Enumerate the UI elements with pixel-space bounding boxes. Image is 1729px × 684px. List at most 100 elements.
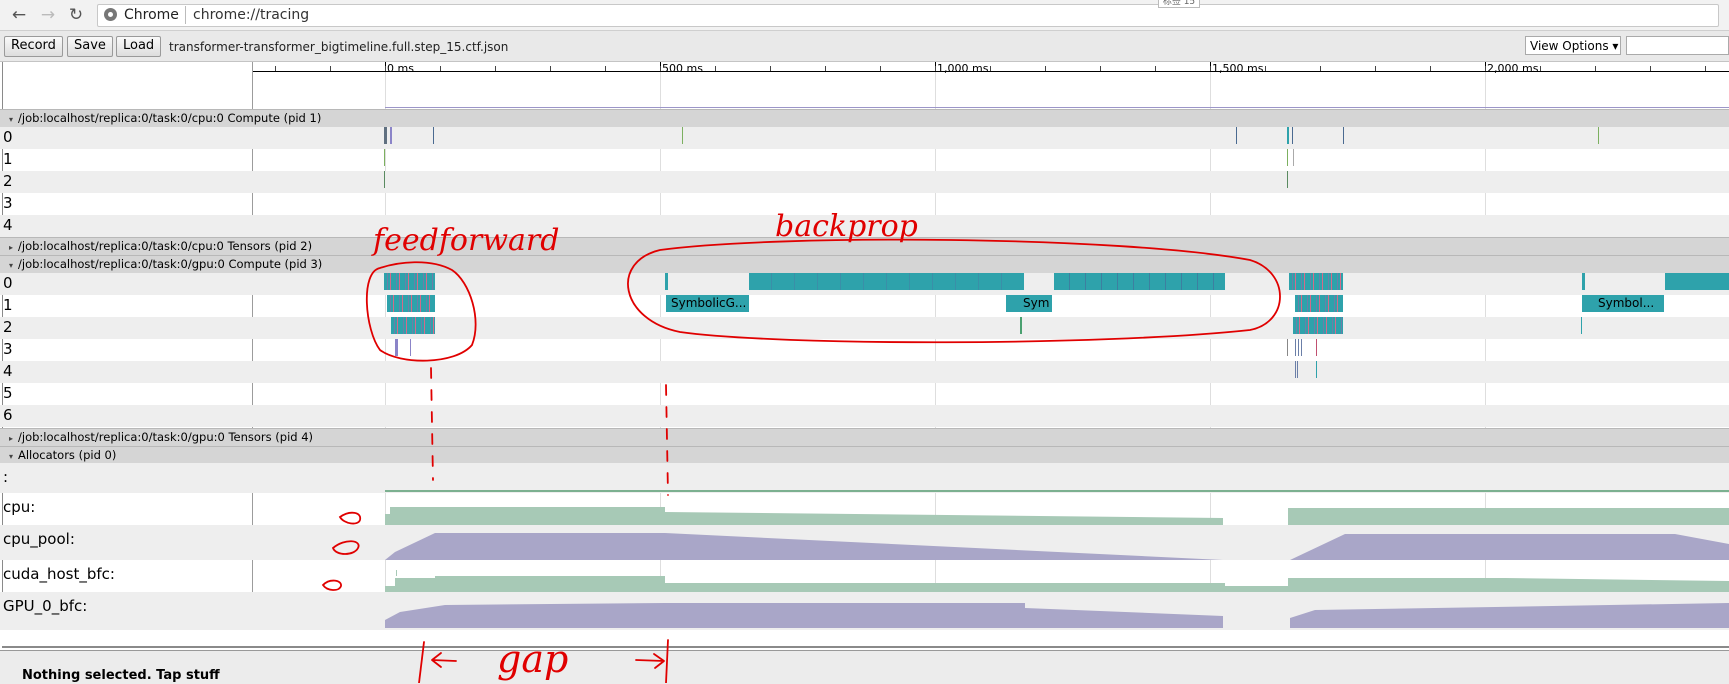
thread-label: 3 (3, 340, 13, 358)
site-name: Chrome (124, 7, 179, 23)
process-header[interactable]: ▾/job:localhost/replica:0/task:0/gpu:0 C… (0, 255, 1729, 274)
save-button[interactable]: Save (67, 36, 113, 57)
gpu-op-slice[interactable] (1665, 273, 1729, 290)
gpu-bfc-counter-area[interactable] (385, 600, 1729, 628)
cpu-op-mark[interactable] (384, 127, 387, 144)
thread-label: 2 (3, 172, 13, 190)
thread-label: 4 (3, 362, 13, 380)
ruler-minor-tick (935, 66, 936, 71)
process-header[interactable]: ▸/job:localhost/replica:0/task:0/cpu:0 T… (0, 237, 1729, 256)
ruler-minor-tick (1045, 66, 1046, 71)
scroll-bar[interactable] (2, 646, 1729, 648)
gpu-op-slice-dense[interactable] (391, 317, 435, 334)
gpu-op-mark[interactable] (1582, 273, 1585, 290)
cpu-op-mark[interactable] (1343, 127, 1344, 144)
cpu-op-mark[interactable] (1293, 149, 1294, 166)
process-header[interactable]: ▾/job:localhost/replica:0/task:0/cpu:0 C… (0, 109, 1729, 128)
reload-icon[interactable]: ↻ (66, 5, 86, 25)
ruler-minor-tick (1485, 66, 1486, 71)
process-title: /job:localhost/replica:0/task:0/gpu:0 Te… (18, 430, 314, 444)
ruler-minor-tick (1265, 66, 1266, 71)
process-title: /job:localhost/replica:0/task:0/cpu:0 Te… (18, 239, 313, 253)
gpu-op-slice-dense[interactable] (1293, 317, 1343, 334)
collapse-triangle-icon[interactable]: ▾ (0, 257, 18, 274)
load-button[interactable]: Load (116, 36, 162, 57)
cpu-op-mark[interactable] (1287, 171, 1288, 188)
cpu-pool-counter-area[interactable] (385, 530, 1729, 560)
cpu-op-mark[interactable] (384, 171, 385, 188)
process-header[interactable]: ▸/job:localhost/replica:0/task:0/gpu:0 T… (0, 428, 1729, 447)
collapse-triangle-icon[interactable]: ▾ (0, 111, 18, 128)
gpu-op-mark[interactable] (665, 273, 668, 290)
cpu-op-mark[interactable] (1292, 127, 1293, 144)
thread-label: 0 (3, 128, 13, 146)
forward-arrow-icon[interactable]: → (38, 5, 58, 25)
ruler-minor-tick (715, 66, 716, 71)
ruler-minor-tick (1155, 66, 1156, 71)
process-title: /job:localhost/replica:0/task:0/cpu:0 Co… (18, 111, 322, 125)
thread-row (0, 317, 1729, 339)
ruler-tick-label: 0 ms (387, 62, 414, 75)
ruler-tick-label: 1,500 ms (1212, 62, 1264, 75)
cpu-op-mark[interactable] (1236, 127, 1237, 144)
thread-label: 1 (3, 150, 13, 168)
cpu-op-mark[interactable] (390, 127, 392, 144)
gpu-op-mark[interactable] (1295, 339, 1303, 356)
ruler-minor-tick (880, 66, 881, 71)
cpu-op-mark[interactable] (1287, 149, 1288, 166)
ruler-minor-tick (1210, 66, 1211, 71)
thread-row (0, 149, 1729, 171)
url-text[interactable]: chrome://tracing (193, 7, 309, 23)
cpu-op-mark[interactable] (384, 149, 385, 166)
ruler-minor-tick (770, 66, 771, 71)
gpu-op-mark[interactable] (395, 339, 398, 356)
counter-label: GPU_0_bfc: (3, 597, 88, 615)
gpu-op-slice[interactable] (1054, 273, 1225, 290)
thread-label: 6 (3, 406, 13, 424)
ruler-minor-tick (1650, 66, 1651, 71)
search-input[interactable] (1626, 36, 1729, 55)
popup-tab[interactable]: 标签 15 (1158, 0, 1200, 8)
ruler-minor-tick (605, 66, 606, 71)
gpu-op-mark[interactable] (1295, 361, 1299, 378)
ruler-minor-tick (385, 66, 386, 71)
expand-triangle-icon[interactable]: ▸ (0, 430, 18, 447)
ruler-minor-tick (495, 66, 496, 71)
thread-row (0, 361, 1729, 383)
ruler-tick-label: 1,000 ms (937, 62, 989, 75)
gpu-op-slice-dense[interactable] (1295, 295, 1343, 312)
ruler-minor-tick (825, 66, 826, 71)
gpu-op-mark[interactable] (1581, 317, 1582, 334)
browser-toolbar: ← → ↻ Chrome chrome://tracing (0, 0, 1729, 31)
gpu-op-mark[interactable] (1316, 339, 1317, 356)
thread-label: 0 (3, 274, 13, 292)
trace-filename: transformer-transformer_bigtimeline.full… (169, 40, 509, 54)
process-title: Allocators (pid 0) (18, 448, 117, 462)
record-button[interactable]: Record (4, 36, 63, 57)
gpu-op-slice-dense[interactable] (387, 295, 435, 312)
ruler-minor-tick (1100, 66, 1101, 71)
cuda-host-bfc-spike[interactable] (385, 570, 1729, 576)
gpu-op-mark[interactable] (1020, 317, 1022, 334)
cpu-op-mark[interactable] (682, 127, 683, 144)
cpu-op-mark[interactable] (1287, 127, 1289, 144)
thread-row (0, 127, 1729, 149)
gpu-op-slice-dense[interactable] (384, 273, 435, 290)
gpu-op-slice-dense[interactable] (1289, 273, 1343, 290)
gpu-op-mark[interactable] (410, 339, 411, 356)
cpu-op-mark[interactable] (433, 127, 434, 144)
gpu-op-mark[interactable] (1287, 339, 1288, 356)
gpu-op-slice[interactable] (749, 273, 1024, 290)
expand-triangle-icon[interactable]: ▸ (0, 239, 18, 256)
ruler-minor-tick (275, 66, 276, 71)
cpu-counter-area[interactable] (385, 505, 1729, 525)
address-bar[interactable]: Chrome chrome://tracing (97, 4, 1719, 27)
back-arrow-icon[interactable]: ← (9, 5, 29, 25)
thread-label: 2 (3, 318, 13, 336)
counter-line[interactable] (385, 489, 1729, 492)
view-options-dropdown[interactable]: View Options ▾ (1525, 36, 1621, 55)
cpu-op-mark[interactable] (1598, 127, 1599, 144)
ruler-minor-tick (1540, 66, 1541, 71)
ruler-minor-tick (330, 66, 331, 71)
gpu-op-mark[interactable] (1316, 361, 1317, 378)
